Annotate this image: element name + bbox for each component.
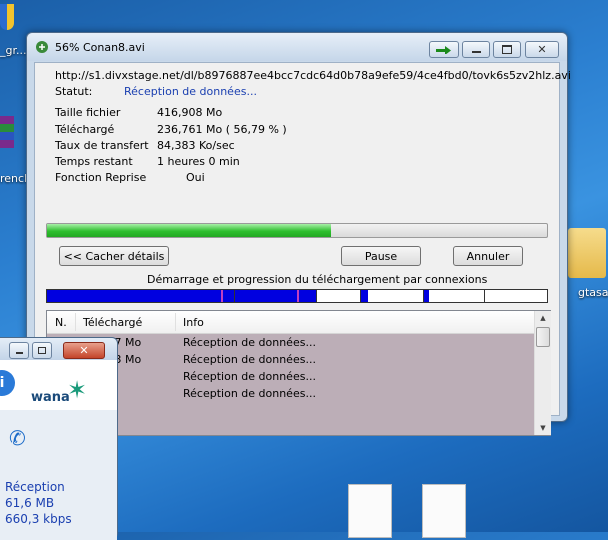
connections-bar [46,289,548,303]
column-separator[interactable] [175,313,176,331]
row-info: Réception de données... [183,387,316,400]
table-row[interactable]: 2 Réception de données... [47,370,534,387]
hide-details-button[interactable]: << Cacher détails [59,246,169,266]
to-tray-button[interactable] [429,41,459,58]
status-label: Statut: [55,85,93,98]
connection-segment [47,290,316,302]
column-separator[interactable] [75,313,76,331]
title-bar[interactable]: 56% Conan8.avi ✕ [27,33,567,61]
info-value: 416,908 Mo [157,106,223,119]
info-label: Taille fichier [55,106,121,119]
table-header: N. Téléchargé Info [47,311,534,334]
info-value: 84,383 Ko/sec [157,139,235,152]
phone-icon: ✆ [9,426,26,450]
scroll-down-icon[interactable]: ▼ [535,421,551,435]
column-header[interactable]: Info [183,316,204,329]
maximize-button[interactable] [32,342,52,359]
info-value: 236,761 Mo ( 56,79 % ) [157,123,287,136]
desktop-folder[interactable]: gtasa [568,228,608,299]
scroll-thumb[interactable] [536,327,550,347]
table-row[interactable]: 3 Réception de données... [47,387,534,404]
desktop-file-icon[interactable] [422,484,466,538]
status-value: Réception de données... [124,85,257,98]
row-info: Réception de données... [183,370,316,383]
pause-button[interactable]: Pause [341,246,421,266]
maximize-button[interactable] [493,41,521,58]
info-value: Oui [186,171,205,184]
row-info: Réception de données... [183,336,316,349]
window-title: 56% Conan8.avi [55,41,145,54]
wana-header: i wana ✶ [0,360,117,410]
close-button[interactable]: ✕ [525,41,559,58]
row-info: Réception de données... [183,353,316,366]
close-icon: ✕ [537,43,547,56]
wana-logo: wana [31,390,70,405]
table-row[interactable]: 0 10,497 Mo Réception de données... [47,336,534,353]
wana-amount: 61,6 MB [5,496,55,510]
progress-fill [47,224,331,237]
wana-speed: 660,3 kbps [5,512,72,526]
close-button[interactable]: ✕ [63,342,105,359]
info-label: Téléchargé [55,123,115,136]
cancel-button[interactable]: Annuler [453,246,523,266]
wana-status: Réception [5,480,65,494]
connections-caption: Démarrage et progression du téléchargeme… [147,273,488,286]
wana-star-icon: ✶ [67,376,88,404]
connection-marker [221,290,223,302]
wana-title-bar[interactable]: ✕ [0,338,117,360]
minimize-icon [471,51,481,53]
folder-icon [568,228,606,278]
table-row[interactable]: 1 16,193 Mo Réception de données... [47,353,534,370]
download-app-icon [35,40,49,54]
column-header[interactable]: N. [55,316,67,329]
connection-separator [234,290,235,302]
wana-window: ✕ i wana ✶ ✆ Réception 61,6 MB 660,3 kbp… [0,337,118,540]
connections-table[interactable]: N. Téléchargé Info 0 10,497 Mo Réception… [46,310,551,436]
connection-separator [316,290,317,302]
desktop-icon-shield[interactable] [0,2,16,36]
connection-marker [297,290,299,302]
minimize-button[interactable] [9,342,29,359]
folder-label: gtasa [578,286,608,299]
column-header[interactable]: Téléchargé [83,316,142,329]
desktop-icon-label: _gr... [0,44,27,57]
info-label: Temps restant [55,155,133,168]
arrow-right-icon [436,45,451,54]
desktop-file-icon[interactable] [348,484,392,538]
minimize-icon [15,352,23,354]
maximize-icon [502,45,512,54]
shield-icon [0,4,14,30]
vertical-scrollbar[interactable]: ▲ ▼ [534,311,551,435]
info-label: Fonction Reprise [55,171,147,184]
info-label: Taux de transfert [55,139,149,152]
connection-separator [484,290,485,302]
table-body: 0 10,497 Mo Réception de données... 1 16… [47,334,534,435]
scroll-up-icon[interactable]: ▲ [535,311,551,325]
maximize-icon [38,347,46,354]
wana-body: ✆ Réception 61,6 MB 660,3 kbps [0,410,117,540]
connection-separator [360,290,361,302]
download-url: http://s1.divxstage.net/dl/b8976887ee4bc… [55,69,571,82]
close-icon: ✕ [79,344,89,357]
winrar-icon [0,116,14,148]
desktop-icon-rar[interactable] [0,116,14,150]
minimize-button[interactable] [462,41,490,58]
info-icon[interactable]: i [0,370,15,396]
info-value: 1 heures 0 min [157,155,240,168]
download-progress-bar [46,223,548,238]
connection-separator [423,290,424,302]
connection-segment [360,290,368,302]
